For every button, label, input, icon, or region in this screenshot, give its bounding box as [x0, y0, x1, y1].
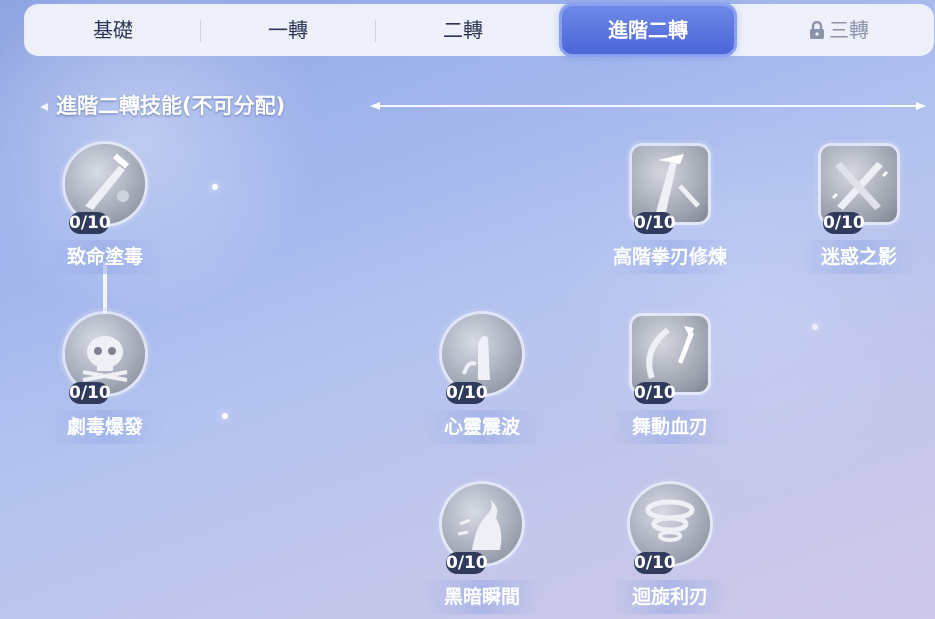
skill-level-badge: 0/10: [69, 382, 111, 404]
skill-name: 迷惑之影: [799, 240, 919, 274]
section-divider-line: [370, 102, 926, 110]
skill-name: 劇毒爆發: [45, 410, 165, 444]
skill-name: 心靈震波: [422, 410, 542, 444]
crossed-swords-icon: [821, 146, 897, 222]
tab-basic[interactable]: 基礎: [26, 12, 200, 48]
job-tab-bar: 基礎 一轉 二轉 進階二轉 三轉: [26, 6, 932, 54]
skill-name: 黑暗瞬間: [422, 580, 542, 614]
tab-second-job[interactable]: 二轉: [376, 12, 550, 48]
section-left-arrow-icon: [40, 103, 48, 111]
skill-level-badge: 0/10: [823, 212, 865, 234]
skill-level-badge: 0/10: [69, 212, 111, 234]
skill-name: 致命塗毒: [45, 240, 165, 274]
tab-advanced-second-job[interactable]: 進階二轉: [562, 6, 734, 54]
skill-name: 高階拳刃修煉: [610, 240, 730, 274]
tab-first-job[interactable]: 一轉: [201, 12, 375, 48]
skill-name: 迴旋利刃: [610, 580, 730, 614]
sparkle: [222, 413, 228, 419]
skill-level-badge: 0/10: [446, 552, 488, 574]
skill-level-badge: 0/10: [634, 552, 676, 574]
skill-level-badge: 0/10: [446, 382, 488, 404]
skill-level-badge: 0/10: [634, 212, 676, 234]
skill-level-badge: 0/10: [634, 382, 676, 404]
sparkle: [212, 184, 218, 190]
lock-icon: [810, 20, 824, 39]
spinning-blade-icon: [632, 316, 708, 392]
skill-name: 舞動血刃: [610, 410, 730, 444]
claw-blade-icon: [632, 146, 708, 222]
sparkle: [812, 324, 818, 330]
section-title: 進階二轉技能(不可分配): [56, 94, 286, 118]
tab-third-job[interactable]: 三轉: [746, 12, 932, 48]
